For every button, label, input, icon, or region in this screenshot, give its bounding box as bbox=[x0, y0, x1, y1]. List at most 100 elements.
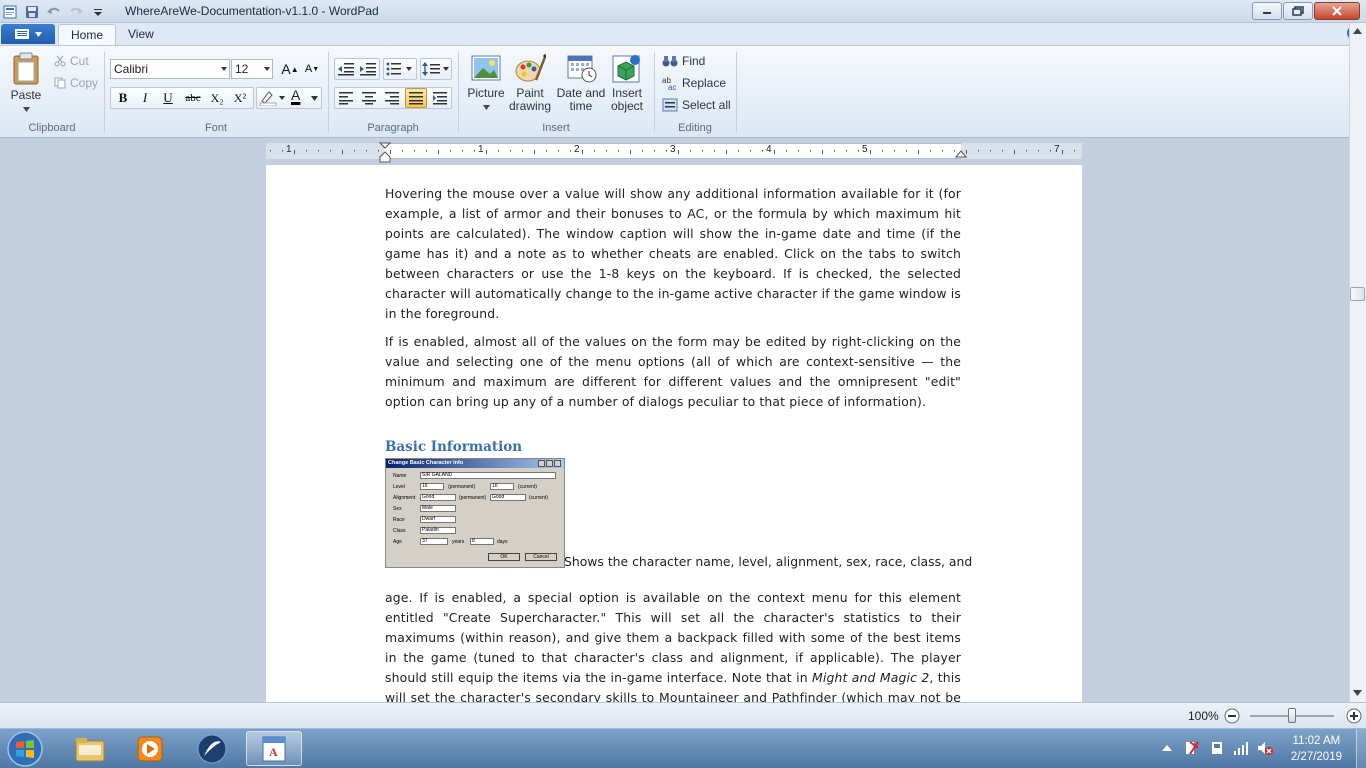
action-center-icon[interactable] bbox=[1184, 740, 1200, 756]
ruler-tick bbox=[342, 150, 343, 154]
group-divider bbox=[736, 52, 737, 132]
copy-button[interactable]: Copy bbox=[70, 76, 98, 90]
scroll-down-icon[interactable] bbox=[1353, 690, 1362, 696]
ruler-tick bbox=[510, 150, 511, 152]
dialog-label: Level bbox=[393, 484, 405, 490]
zoom-out-icon[interactable] bbox=[1224, 708, 1240, 724]
document-page[interactable]: Hovering the mouse over a value will sho… bbox=[266, 165, 1082, 702]
grow-font-icon: A bbox=[281, 61, 291, 77]
chevron-down-icon bbox=[311, 96, 318, 101]
device-icon[interactable] bbox=[1209, 740, 1225, 756]
dialog-label: (permanent) bbox=[459, 495, 487, 501]
ruler-tick bbox=[810, 150, 811, 152]
restore-button[interactable] bbox=[1283, 2, 1313, 20]
paint-drawing-button[interactable]: Paint drawing bbox=[507, 53, 553, 113]
application-menu-button[interactable] bbox=[1, 24, 55, 44]
select-all-button[interactable]: Select all bbox=[682, 98, 731, 112]
picture-button[interactable]: Picture bbox=[466, 54, 506, 113]
taskbar-app[interactable] bbox=[184, 731, 240, 766]
paragraph: Hovering the mouse over a value will sho… bbox=[385, 186, 961, 321]
right-indent-marker-icon[interactable] bbox=[955, 148, 967, 158]
font-group-label: Font bbox=[204, 122, 227, 134]
ruler-tick bbox=[894, 150, 895, 152]
system-clock[interactable]: 11:02 AM 2/27/2019 bbox=[1291, 733, 1342, 765]
ruler-tick bbox=[558, 150, 559, 152]
taskbar-wordpad[interactable]: A bbox=[246, 731, 302, 766]
calendar-clock-icon bbox=[567, 55, 597, 83]
tab-home[interactable]: Home bbox=[58, 24, 117, 45]
ruler-tick bbox=[330, 150, 331, 152]
group-divider bbox=[104, 52, 105, 132]
ruler-number: 2 bbox=[574, 144, 580, 155]
paragraph-settings-icon[interactable] bbox=[432, 91, 448, 105]
ruler-tick bbox=[570, 150, 571, 152]
dialog-field: SIR GALAND bbox=[420, 472, 556, 479]
bold-button[interactable]: B bbox=[112, 88, 134, 108]
scroll-up-icon[interactable] bbox=[1353, 28, 1362, 34]
ruler-number: 1 bbox=[478, 144, 484, 155]
shrink-font-button[interactable]: A ▼ bbox=[301, 59, 323, 79]
decrease-indent-icon[interactable] bbox=[337, 62, 355, 76]
italic-button[interactable]: I bbox=[134, 88, 156, 108]
show-desktop-button[interactable] bbox=[1356, 729, 1366, 768]
strikethrough-button[interactable]: abc bbox=[182, 88, 204, 108]
replace-icon: abac bbox=[662, 76, 676, 90]
align-right-icon[interactable] bbox=[384, 91, 400, 105]
paste-button[interactable]: Paste bbox=[8, 52, 44, 115]
increase-indent-icon[interactable] bbox=[359, 62, 377, 76]
font-size-select[interactable]: 12 bbox=[231, 59, 273, 79]
window-title: WhereAreWe-Documentation-v1.1.0 - WordPa… bbox=[125, 4, 379, 18]
svg-text:A: A bbox=[269, 745, 278, 759]
taskbar-media-player[interactable] bbox=[122, 731, 178, 766]
paragraph: age. If is enabled, a special option is … bbox=[385, 588, 961, 702]
chevron-down-icon bbox=[34, 31, 42, 37]
volume-muted-icon[interactable] bbox=[1256, 740, 1274, 756]
zoom-in-icon[interactable] bbox=[1346, 708, 1362, 724]
ruler-tick bbox=[714, 150, 715, 152]
close-button[interactable] bbox=[1314, 2, 1360, 20]
tab-view[interactable]: View bbox=[116, 24, 166, 45]
scrollbar-thumb[interactable] bbox=[1350, 287, 1365, 301]
ruler-tick bbox=[438, 150, 439, 154]
font-family-select[interactable]: Calibri bbox=[110, 59, 230, 79]
ruler-tick bbox=[282, 150, 283, 152]
indent-marker-icon[interactable] bbox=[379, 142, 391, 164]
dialog-cancel-button: Cancel bbox=[525, 553, 557, 561]
ruler-tick bbox=[642, 150, 643, 152]
highlight-color-icon[interactable] bbox=[259, 90, 285, 106]
align-center-icon[interactable] bbox=[361, 91, 377, 105]
ruler-tick bbox=[546, 150, 547, 152]
network-icon[interactable] bbox=[1233, 740, 1249, 756]
ruler-tick bbox=[1038, 150, 1039, 152]
underline-button[interactable]: U bbox=[157, 88, 179, 108]
minimize-button[interactable] bbox=[1252, 2, 1282, 20]
taskbar-explorer[interactable] bbox=[62, 731, 118, 766]
wordpad-icon: A bbox=[262, 736, 286, 761]
subscript-button[interactable]: X₂ bbox=[206, 88, 228, 108]
text-color-icon[interactable]: A bbox=[291, 87, 300, 103]
superscript-button[interactable]: X² bbox=[229, 88, 251, 108]
svg-text:ac: ac bbox=[668, 83, 676, 90]
insert-object-button[interactable]: Insert object bbox=[607, 54, 647, 113]
ruler-tick bbox=[1074, 150, 1075, 152]
grow-font-button[interactable]: A ▲ bbox=[279, 59, 301, 79]
date-time-button[interactable]: Date and time bbox=[555, 54, 607, 113]
replace-button[interactable]: Replace bbox=[682, 76, 726, 90]
align-left-icon[interactable] bbox=[338, 91, 354, 105]
start-button[interactable] bbox=[3, 730, 47, 768]
vertical-scrollbar[interactable] bbox=[1349, 23, 1366, 702]
ruler-tick bbox=[666, 150, 667, 152]
zoom-slider-thumb[interactable] bbox=[1288, 708, 1296, 723]
find-button[interactable]: Find bbox=[682, 54, 705, 68]
dialog-ok-button: OK bbox=[488, 553, 520, 561]
dialog-label: Class bbox=[393, 528, 406, 534]
ruler-tick bbox=[870, 150, 871, 154]
insert-object-icon bbox=[612, 55, 640, 83]
dialog-field: 16 bbox=[490, 483, 514, 490]
show-hidden-icons-icon[interactable] bbox=[1162, 745, 1172, 751]
cut-button[interactable]: Cut bbox=[70, 54, 89, 68]
group-divider bbox=[654, 52, 655, 132]
bullet-list-icon bbox=[386, 62, 412, 76]
ruler-tick bbox=[426, 150, 427, 152]
folder-icon bbox=[75, 737, 105, 761]
